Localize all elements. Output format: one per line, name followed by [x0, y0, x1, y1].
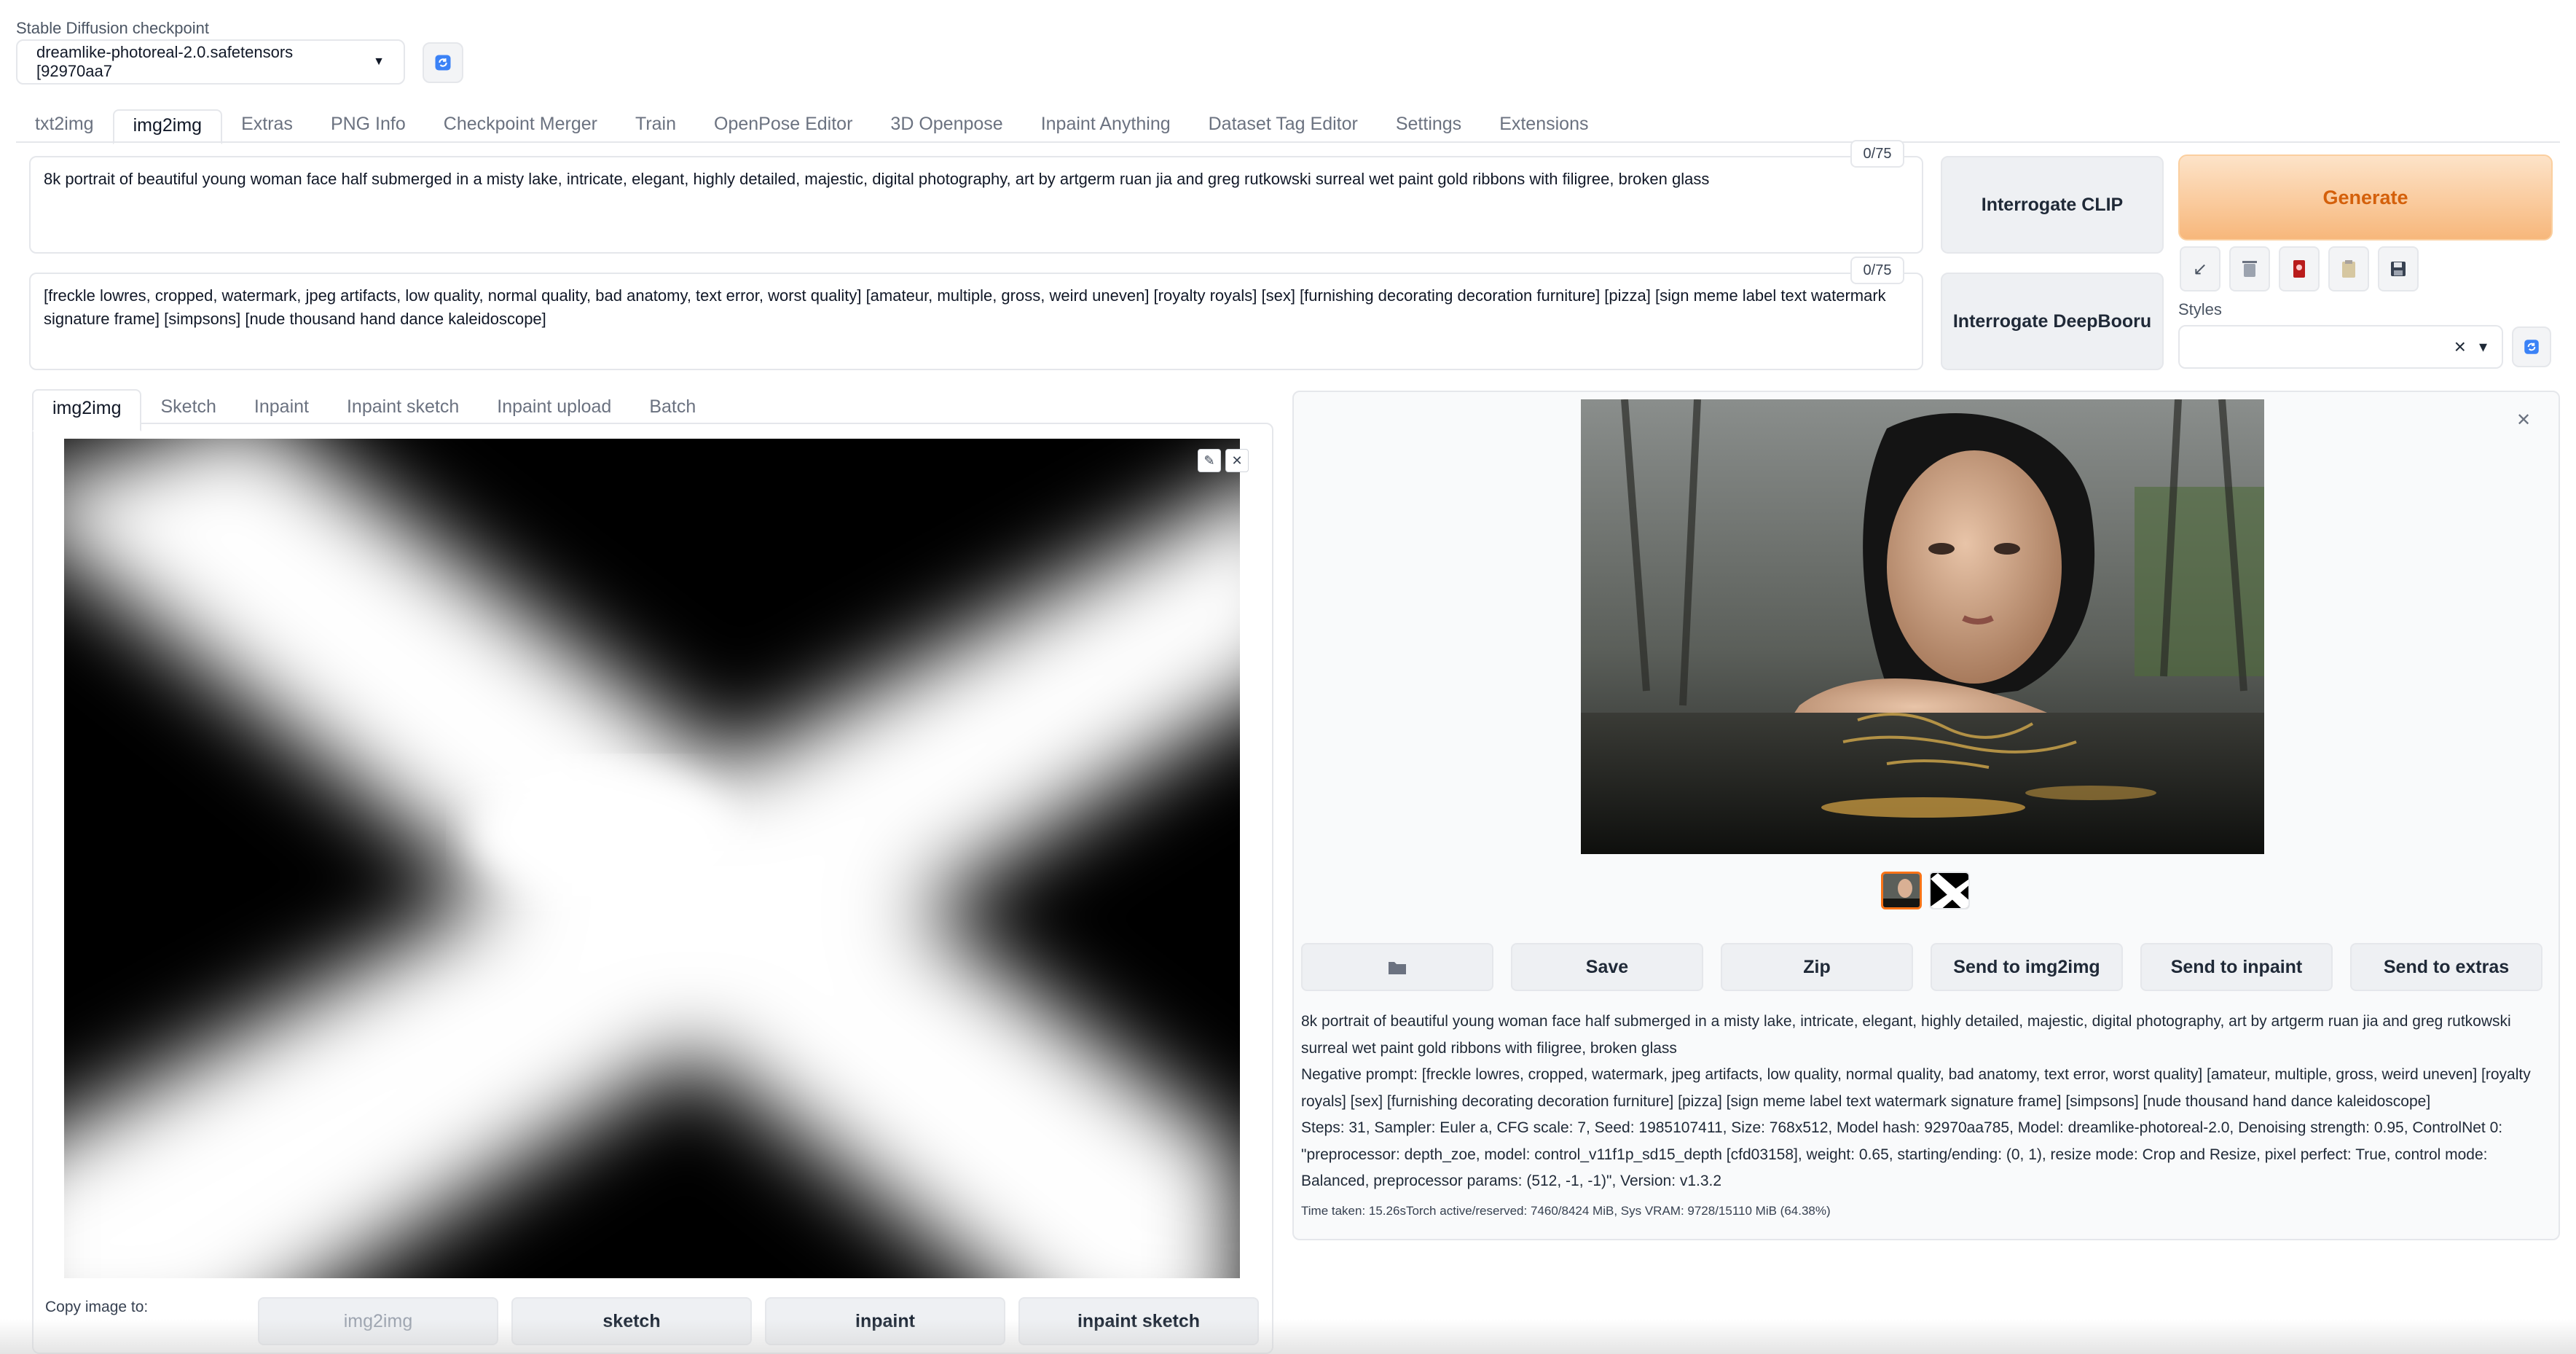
open-folder-button[interactable]: [1301, 943, 1493, 991]
trash-icon: [2242, 261, 2257, 277]
close-icon: ✕: [1231, 453, 1243, 468]
refresh-icon: [2524, 340, 2539, 354]
depth-map-image: [64, 439, 1240, 1278]
tab-settings[interactable]: Settings: [1377, 109, 1480, 141]
tab-checkpoint-merger[interactable]: Checkpoint Merger: [425, 109, 616, 141]
subtab-img2img[interactable]: img2img: [32, 389, 142, 431]
tab-png-info[interactable]: PNG Info: [312, 109, 425, 141]
negative-prompt-token-counter: 0/75: [1850, 257, 1904, 284]
styles-label: Styles: [2178, 300, 2222, 318]
bottom-fade: [0, 1319, 2576, 1354]
subtab-batch[interactable]: Batch: [630, 389, 715, 428]
chevron-down-icon: ▾: [2478, 337, 2487, 356]
read-params-button[interactable]: ↙: [2180, 246, 2220, 291]
clipboard-icon: [2342, 260, 2355, 278]
floppy-disk-icon: [2391, 262, 2406, 276]
save-button[interactable]: Save: [1511, 943, 1703, 991]
checkpoint-dropdown[interactable]: dreamlike-photoreal-2.0.safetensors [929…: [16, 39, 405, 85]
time-taken: Time taken: 15.26sTorch active/reserved:…: [1301, 1204, 1831, 1218]
input-image[interactable]: [64, 439, 1240, 1278]
tab-openpose-editor[interactable]: OpenPose Editor: [695, 109, 871, 141]
tab-3d-openpose[interactable]: 3D Openpose: [871, 109, 1021, 141]
info-negative-prompt: Negative prompt: [freckle lowres, croppe…: [1301, 1066, 2531, 1110]
thumbnail-portrait: [1883, 874, 1920, 907]
gallery-thumbnail-2[interactable]: [1929, 872, 1970, 909]
checkpoint-value: dreamlike-photoreal-2.0.safetensors [929…: [36, 43, 294, 80]
copy-image-label: Copy image to:: [45, 1299, 149, 1315]
send-to-inpaint-button[interactable]: Send to inpaint: [2140, 943, 2333, 991]
subtab-inpaint[interactable]: Inpaint: [235, 389, 328, 428]
tab-extras[interactable]: Extras: [222, 109, 312, 141]
edit-image-button[interactable]: ✎: [1198, 449, 1221, 472]
send-to-extras-button[interactable]: Send to extras: [2350, 943, 2542, 991]
tab-inpaint-anything[interactable]: Inpaint Anything: [1022, 109, 1190, 141]
subtab-inpaint-upload[interactable]: Inpaint upload: [478, 389, 630, 428]
gallery-thumbnail-1[interactable]: [1881, 872, 1922, 909]
close-gallery-icon[interactable]: ✕: [2516, 410, 2531, 431]
main-tabs: txt2img img2img Extras PNG Info Checkpoi…: [16, 109, 1607, 144]
card-icon: [2293, 260, 2305, 278]
interrogate-clip-button[interactable]: Interrogate CLIP: [1941, 156, 2164, 254]
send-to-img2img-button[interactable]: Send to img2img: [1931, 943, 2123, 991]
folder-icon: [1389, 962, 1406, 974]
zip-button[interactable]: Zip: [1721, 943, 1913, 991]
generated-portrait: [1581, 399, 2264, 854]
output-image[interactable]: [1581, 399, 2264, 854]
tab-extensions[interactable]: Extensions: [1480, 109, 1607, 141]
refresh-icon: [435, 55, 451, 71]
subtab-sketch[interactable]: Sketch: [141, 389, 235, 428]
subtab-inpaint-sketch[interactable]: Inpaint sketch: [328, 389, 478, 428]
generation-info: 8k portrait of beautiful young woman fac…: [1301, 1009, 2551, 1195]
tab-divider: [16, 141, 2560, 143]
apply-style-button[interactable]: [2328, 246, 2369, 291]
prompt-token-counter: 0/75: [1850, 140, 1904, 168]
clear-prompt-button[interactable]: [2229, 246, 2270, 291]
checkpoint-label: Stable Diffusion checkpoint: [16, 19, 209, 37]
save-style-button[interactable]: [2378, 246, 2419, 291]
info-prompt: 8k portrait of beautiful young woman fac…: [1301, 1013, 2511, 1057]
styles-dropdown[interactable]: × ▾: [2178, 325, 2503, 369]
pencil-icon: ✎: [1203, 453, 1215, 468]
arrow-down-left-icon: ↙: [2192, 259, 2208, 279]
clear-image-button[interactable]: ✕: [1225, 449, 1249, 472]
tab-dataset-tag-editor[interactable]: Dataset Tag Editor: [1190, 109, 1377, 141]
thumbnail-depth-map: [1931, 873, 1968, 908]
tab-img2img[interactable]: img2img: [112, 109, 223, 144]
extra-networks-button[interactable]: [2279, 246, 2320, 291]
info-parameters: Steps: 31, Sampler: Euler a, CFG scale: …: [1301, 1119, 2503, 1189]
clear-styles-icon[interactable]: ×: [2454, 335, 2466, 359]
prompt-textarea[interactable]: 8k portrait of beautiful young woman fac…: [29, 156, 1923, 254]
tab-train[interactable]: Train: [616, 109, 695, 141]
chevron-down-icon: ▼: [373, 55, 385, 68]
refresh-styles-button[interactable]: [2512, 326, 2551, 367]
tab-txt2img[interactable]: txt2img: [16, 109, 113, 141]
refresh-checkpoint-button[interactable]: [423, 42, 463, 83]
interrogate-deepbooru-button[interactable]: Interrogate DeepBooru: [1941, 273, 2164, 370]
generate-button[interactable]: Generate: [2178, 154, 2553, 240]
negative-prompt-textarea[interactable]: [freckle lowres, cropped, watermark, jpe…: [29, 273, 1923, 370]
img2img-mode-tabs: img2img Sketch Inpaint Inpaint sketch In…: [32, 389, 715, 431]
